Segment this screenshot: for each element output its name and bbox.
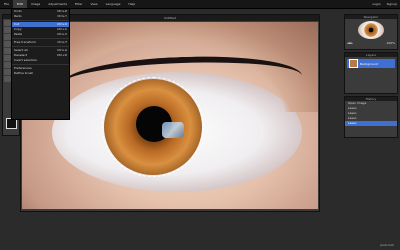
- menu-item-paste[interactable]: Paste Ctrl+V: [12, 32, 69, 37]
- layers-title[interactable]: Layers: [345, 53, 397, 57]
- text-tool-icon[interactable]: [4, 69, 11, 75]
- history-panel: History Open image Lasso Lasso Lasso Las…: [344, 96, 398, 138]
- wand-tool-icon[interactable]: [4, 34, 11, 40]
- history-item-selected[interactable]: Lasso: [345, 121, 397, 126]
- sponge-tool-icon[interactable]: [4, 62, 11, 68]
- menu-help[interactable]: Help: [124, 0, 139, 8]
- layer-background[interactable]: Background: [347, 59, 395, 68]
- crop-tool-icon[interactable]: [4, 20, 11, 26]
- zoom-slider-icon[interactable]: ◂▬▸: [347, 41, 353, 45]
- zoom-level[interactable]: 100%: [386, 41, 395, 45]
- menu-separator: [12, 38, 69, 39]
- menu-separator: [12, 46, 69, 47]
- menu-view[interactable]: View: [86, 0, 101, 8]
- menu-item-redo[interactable]: Redo Ctrl+Y: [12, 14, 69, 19]
- menu-separator: [12, 64, 69, 65]
- menu-separator: [12, 20, 69, 21]
- menu-adjustments[interactable]: Adjustments: [44, 0, 71, 8]
- menu-item-define-brush[interactable]: Define brush: [12, 71, 69, 76]
- navigator-panel: Navigator ◂▬▸ 100%: [344, 14, 398, 50]
- login-link[interactable]: Login: [370, 2, 384, 6]
- footer-text: pixlr.com: [380, 243, 394, 247]
- menu-edit[interactable]: Edit: [13, 0, 27, 8]
- menu-filter[interactable]: Filter: [71, 0, 86, 8]
- account-links: Login Signup: [370, 2, 400, 6]
- layer-name: Background: [360, 61, 378, 66]
- menu-image[interactable]: Image: [27, 0, 44, 8]
- brush-tool-icon[interactable]: [4, 41, 11, 47]
- signup-link[interactable]: Signup: [384, 2, 400, 6]
- bucket-tool-icon[interactable]: [4, 48, 11, 54]
- eyedropper-tool-icon[interactable]: [4, 76, 11, 82]
- navigator-title[interactable]: Navigator: [345, 15, 397, 19]
- layers-panel: Layers Background: [344, 52, 398, 94]
- menu-item-invert-selection[interactable]: Invert selection: [12, 58, 69, 63]
- eye-reflection: [162, 122, 184, 138]
- edit-menu-dropdown: Undo Ctrl+Z Redo Ctrl+Y Cut Ctrl+X Copy Ctrl…: [11, 8, 70, 120]
- zoom-row: ◂▬▸ 100%: [345, 41, 397, 45]
- menu-language[interactable]: Language: [102, 0, 125, 8]
- menu-file[interactable]: File: [0, 0, 13, 8]
- layer-thumbnail: [349, 59, 358, 68]
- navigator-thumbnail[interactable]: [358, 21, 384, 39]
- clone-tool-icon[interactable]: [4, 55, 11, 61]
- marquee-tool-icon[interactable]: [4, 27, 11, 33]
- menu-item-free-transform[interactable]: Free transform Ctrl+T: [12, 40, 69, 45]
